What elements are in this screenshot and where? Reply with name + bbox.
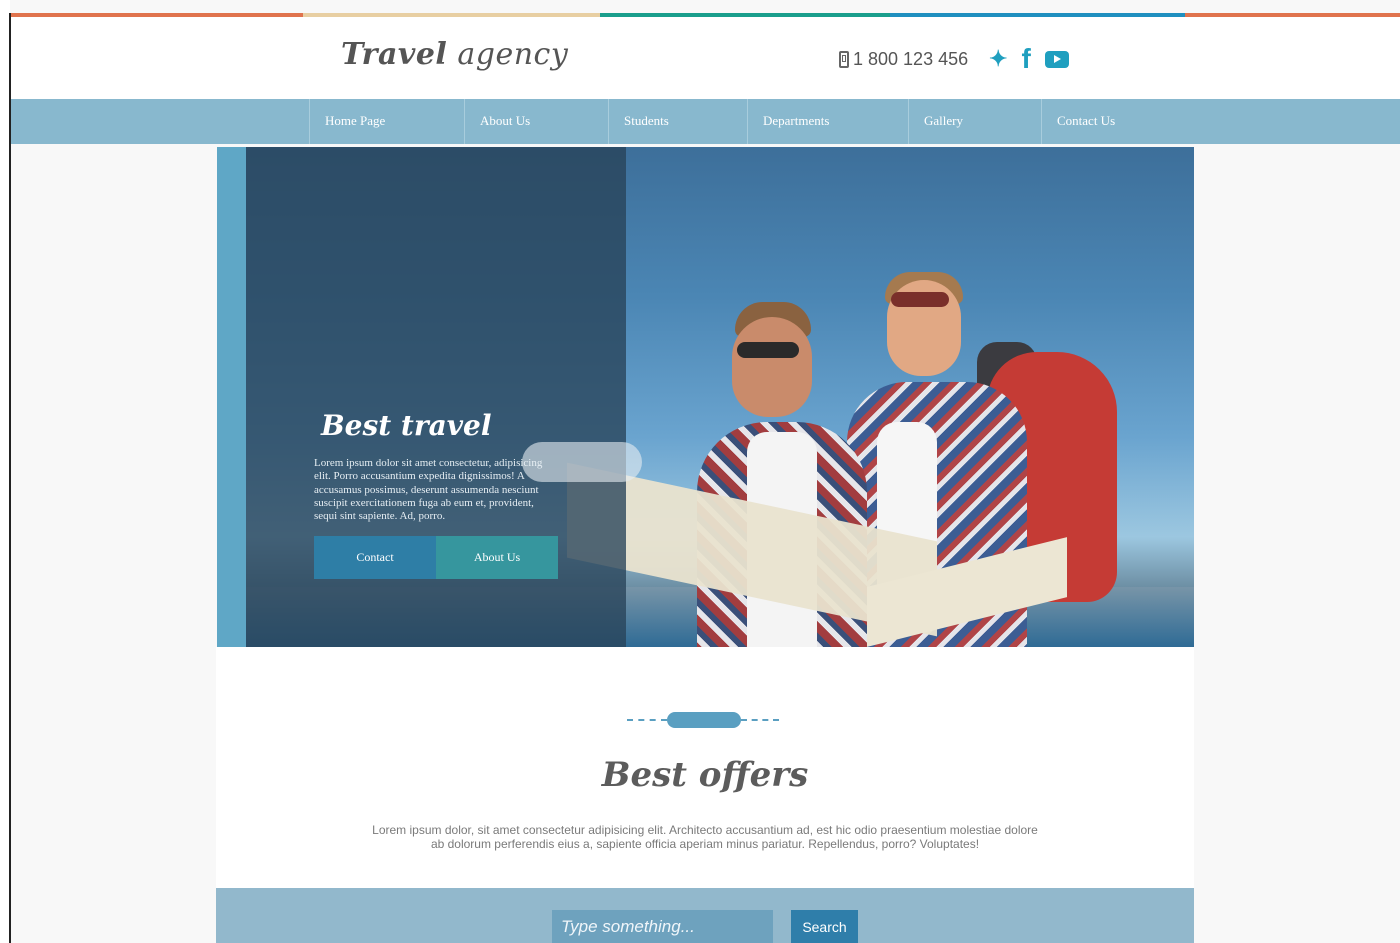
- nav-item-home[interactable]: Home Page: [309, 99, 464, 144]
- logo-bold: Travel: [341, 37, 448, 72]
- divider-pill: [667, 712, 741, 728]
- nav-item-gallery[interactable]: Gallery: [908, 99, 1041, 144]
- offers-title: Best offers: [601, 755, 809, 795]
- search-button[interactable]: Search: [791, 910, 858, 943]
- hero-banner: Best travel Lorem ipsum dolor sit amet c…: [217, 147, 1194, 647]
- nav-item-contact[interactable]: Contact Us: [1041, 99, 1161, 144]
- search-section: Search: [216, 888, 1194, 943]
- divider-dash-left: [627, 719, 667, 721]
- facebook-icon[interactable]: f: [1021, 43, 1030, 75]
- nav-item-about[interactable]: About Us: [464, 99, 608, 144]
- woman-sunglasses: [891, 292, 949, 307]
- window-border-left: [9, 13, 11, 943]
- about-us-button[interactable]: About Us: [436, 536, 558, 579]
- man-head: [732, 317, 812, 417]
- site-header: Travel agency 1 800 123 456 ✦ f: [11, 17, 1400, 99]
- section-divider: [627, 711, 779, 729]
- man-sunglasses: [737, 342, 799, 358]
- site-logo[interactable]: Travel agency: [341, 37, 568, 72]
- social-links: ✦ f: [989, 43, 1069, 75]
- offers-section: Best offers Lorem ipsum dolor, sit amet …: [216, 647, 1194, 888]
- nav-item-departments[interactable]: Departments: [747, 99, 908, 144]
- twitter-icon[interactable]: ✦: [989, 46, 1007, 72]
- hero-title: Best travel: [321, 409, 492, 442]
- hero-accent-strip: [217, 147, 246, 647]
- search-input[interactable]: [552, 910, 773, 943]
- offers-text: Lorem ipsum dolor, sit amet consectetur …: [372, 823, 1038, 851]
- travelers-image: [567, 272, 1147, 647]
- main-nav: Home Page About Us Students Departments …: [11, 99, 1400, 144]
- phone-icon: [839, 51, 849, 68]
- contact-button[interactable]: Contact: [314, 536, 436, 579]
- logo-rest: agency: [447, 37, 569, 72]
- phone-contact: 1 800 123 456: [839, 49, 968, 70]
- youtube-icon[interactable]: [1044, 50, 1069, 68]
- nav-item-students[interactable]: Students: [608, 99, 747, 144]
- nav-items: Home Page About Us Students Departments …: [309, 99, 1161, 144]
- divider-dash-right: [741, 719, 779, 721]
- phone-number: 1 800 123 456: [853, 49, 969, 69]
- hero-buttons: Contact About Us: [314, 536, 558, 579]
- hero-text: Lorem ipsum dolor sit amet consectetur, …: [314, 457, 543, 523]
